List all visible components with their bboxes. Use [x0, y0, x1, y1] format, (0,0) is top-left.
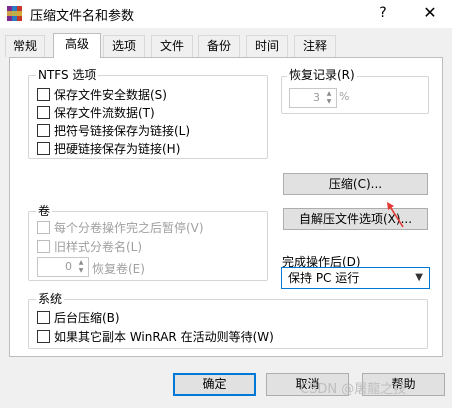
spinner-arrows-icon[interactable]: ▲ ▼ [323, 90, 335, 106]
ntfs-option-symlinks[interactable]: 把符号链接保存为链接(L) [37, 122, 190, 138]
recovery-volume-spinner[interactable]: 0 ▲ ▼ [37, 257, 89, 277]
checkbox[interactable] [37, 105, 50, 119]
checkbox[interactable] [37, 123, 50, 137]
recovery-volume-label: 恢复卷(E) [92, 262, 145, 276]
recovery-unit: % [339, 90, 350, 103]
tab-backup[interactable]: 备份 [198, 35, 240, 57]
volume-option-pause[interactable]: 每个分卷操作完之后暂停(V) [37, 219, 204, 235]
recovery-spinner[interactable]: 3 ▲ ▼ [289, 88, 337, 108]
tab-general[interactable]: 常规 [5, 35, 45, 57]
title-bar: 压缩文件名和参数 ? ✕ [0, 0, 452, 28]
ntfs-group-title: NTFS 选项 [36, 68, 99, 82]
ok-button[interactable]: 确定 [173, 373, 256, 396]
system-group-title: 系统 [36, 292, 65, 306]
after-done-select[interactable]: 保持 PC 运行 ▼ [281, 267, 430, 289]
checkbox[interactable] [37, 87, 50, 101]
checkbox[interactable] [37, 220, 50, 234]
system-option-background[interactable]: 后台压缩(B) [37, 309, 120, 325]
recovery-value: 3 [313, 91, 320, 104]
checkbox[interactable] [37, 329, 50, 343]
sfx-options-button[interactable]: 自解压文件选项(X)... [283, 208, 428, 230]
volume-group-title: 卷 [36, 204, 53, 218]
tab-files[interactable]: 文件 [151, 35, 193, 57]
tab-time[interactable]: 时间 [246, 35, 288, 57]
advanced-panel: NTFS 选项 保存文件安全数据(S) 保存文件流数据(T) 把符号链接保存为链… [9, 57, 443, 357]
checkbox[interactable] [37, 239, 50, 253]
help-title-button[interactable]: ? [368, 2, 398, 24]
spinner-arrows-icon[interactable]: ▲ ▼ [75, 259, 87, 275]
annotation-arrow-icon [387, 202, 404, 228]
watermark: CSDN @屠龍之技 [300, 382, 407, 397]
window-title: 压缩文件名和参数 [30, 9, 135, 24]
tab-options[interactable]: 选项 [103, 35, 145, 57]
checkbox[interactable] [37, 310, 50, 324]
tab-advanced[interactable]: 高级 [53, 33, 101, 58]
tab-comment[interactable]: 注释 [294, 35, 336, 57]
recovery-volume-value: 0 [65, 260, 72, 273]
system-option-wait[interactable]: 如果其它副本 WinRAR 在活动则等待(W) [37, 328, 274, 344]
ntfs-option-hardlinks[interactable]: 把硬链接保存为链接(H) [37, 140, 180, 156]
checkbox[interactable] [37, 141, 50, 155]
recovery-group-title: 恢复记录(R) [287, 68, 357, 82]
chevron-down-icon[interactable]: ▼ [415, 268, 423, 288]
volume-option-old-naming[interactable]: 旧样式分卷名(L) [37, 238, 142, 254]
close-button[interactable]: ✕ [412, 2, 448, 24]
compress-button[interactable]: 压缩(C)... [283, 173, 428, 195]
ntfs-option-streams[interactable]: 保存文件流数据(T) [37, 104, 155, 120]
after-done-value: 保持 PC 运行 [288, 271, 360, 285]
ntfs-option-security[interactable]: 保存文件安全数据(S) [37, 86, 167, 102]
winrar-app-icon [7, 6, 22, 21]
